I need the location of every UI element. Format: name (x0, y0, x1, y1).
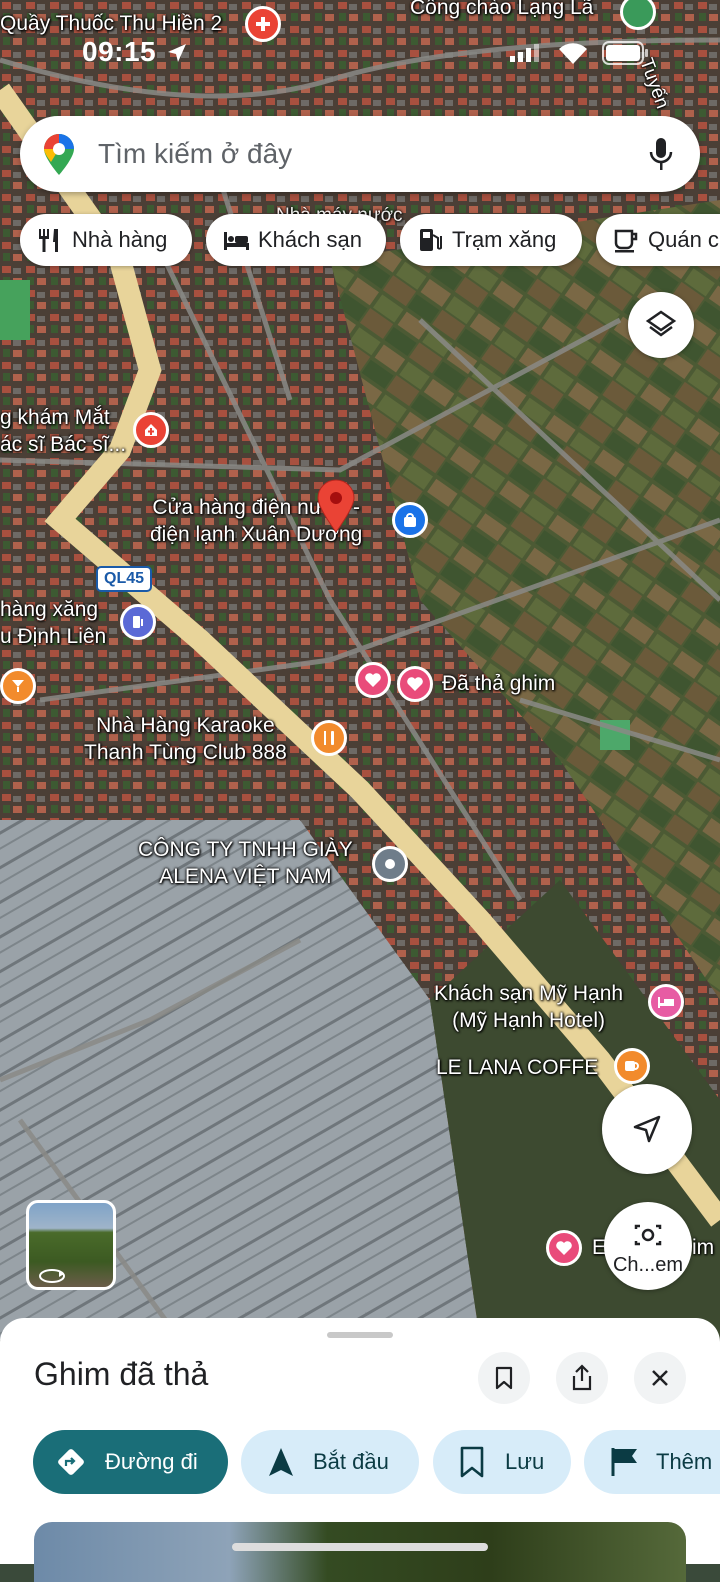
map-label-karaoke-line2: Thanh Tùng Club 888 (84, 741, 287, 764)
chip-label: Quán c (648, 227, 719, 252)
map-label-gas-line1: hàng xăng (0, 598, 99, 621)
fork-knife-icon (39, 229, 58, 252)
home-indicator[interactable] (232, 1543, 488, 1551)
map-label-clinic-line1: g khám Mắt (0, 406, 110, 429)
location-arrow-icon (168, 44, 186, 62)
search-bar[interactable]: Tìm kiếm ở đây (20, 116, 700, 192)
camera-lens-icon (634, 1224, 662, 1246)
flag-icon (611, 1448, 637, 1476)
chip-label: Khách sạn (258, 227, 362, 252)
map-label-company[interactable]: CÔNG TY TNHH GIÀY ALENA VIỆT NAM (138, 836, 353, 890)
saved-heart-pin-icon-2[interactable] (397, 666, 433, 702)
chip-label: Trạm xăng (452, 227, 557, 252)
microphone-icon[interactable] (648, 136, 674, 172)
lens-button[interactable]: Ch...em (604, 1202, 692, 1290)
cafe-pin-icon[interactable] (614, 1048, 650, 1084)
wifi-icon (559, 43, 587, 64)
sheet-title: Ghim đã thả (34, 1356, 209, 1392)
chip-gas-stations[interactable]: Trạm xăng (400, 214, 582, 266)
share-icon (572, 1364, 592, 1391)
start-button[interactable]: Bắt đầu (241, 1430, 419, 1494)
map-label-company-line1: CÔNG TY TNHH GIÀY (138, 838, 353, 861)
chip-restaurants[interactable]: Nhà hàng (20, 214, 192, 266)
map-label-karaoke[interactable]: Nhà Hàng Karaoke Thanh Tùng Club 888 (84, 712, 287, 766)
search-input[interactable]: Tìm kiếm ở đây (98, 138, 292, 170)
place-bottom-sheet[interactable]: Ghim đã thả Đường đi Bắt đầu Lưu Thêm (0, 1318, 720, 1582)
dropped-pin-icon[interactable] (316, 478, 356, 534)
save-icon-button[interactable] (478, 1352, 530, 1404)
start-label: Bắt đầu (313, 1449, 389, 1474)
sheet-drag-handle[interactable] (327, 1332, 393, 1338)
status-bar: 09:15 (0, 0, 720, 80)
chip-hotels[interactable]: Khách sạn (206, 214, 386, 266)
road-shield-ql45: QL45 (96, 566, 153, 592)
map-label-saved-pin[interactable]: Đã thả ghim (442, 670, 555, 697)
more-label: Thêm (656, 1449, 713, 1474)
save-label: Lưu (505, 1449, 545, 1474)
google-maps-logo-icon (44, 134, 74, 175)
map-label-clinic-line2: ác sĩ Bác sĩ... (0, 433, 127, 456)
navigation-arrow-icon (269, 1448, 293, 1476)
bed-icon (224, 232, 249, 250)
hospital-pin-icon[interactable] (133, 412, 169, 448)
gas-station-icon (420, 229, 442, 251)
more-button[interactable]: Thêm (584, 1430, 720, 1494)
layers-icon (645, 310, 677, 337)
map-label-hotel-line1: Khách sạn Mỹ Hạnh (434, 982, 624, 1005)
map-label-gas-line2: u Định Liên (0, 625, 107, 648)
gas-pin-icon[interactable] (120, 604, 156, 640)
save-button[interactable]: Lưu (433, 1430, 571, 1494)
map-label-hotel[interactable]: Khách sạn Mỹ Hạnh (Mỹ Hạnh Hotel) (434, 980, 623, 1034)
cellular-signal-icon (510, 44, 539, 62)
street-view-thumbnail[interactable] (26, 1200, 116, 1290)
chip-coffee[interactable]: Quán c (596, 214, 720, 266)
battery-icon (602, 41, 648, 65)
bookmark-icon (495, 1366, 513, 1390)
rotate-360-icon (39, 1269, 65, 1283)
directions-button[interactable]: Đường đi (33, 1430, 228, 1494)
map-label-coffee[interactable]: LE LANA COFFE (436, 1054, 598, 1081)
map-label-company-line2: ALENA VIỆT NAM (159, 865, 332, 888)
navigation-arrow-icon (633, 1115, 661, 1143)
place-photo[interactable] (34, 1522, 686, 1582)
map-label-hotel-line2: (Mỹ Hạnh Hotel) (452, 1009, 605, 1032)
lens-label: Ch...em (612, 1254, 684, 1276)
close-icon (652, 1370, 668, 1386)
map-label-bottom-right-2[interactable]: im (692, 1234, 714, 1261)
coffee-icon (614, 229, 638, 253)
map-label-gas-station[interactable]: hàng xăng u Định Liên (0, 596, 106, 650)
map-label-karaoke-line1: Nhà Hàng Karaoke (96, 714, 275, 737)
directions-label: Đường đi (105, 1449, 198, 1474)
place-pin-icon[interactable] (372, 846, 408, 882)
directions-icon (58, 1449, 84, 1475)
chip-label: Nhà hàng (72, 227, 168, 252)
map-label-clinic[interactable]: g khám Mắt ác sĩ Bác sĩ... (0, 404, 126, 458)
shopping-bag-pin-icon[interactable] (392, 502, 428, 538)
hotel-pin-icon[interactable] (648, 984, 684, 1020)
restaurant-pin-icon[interactable] (311, 720, 347, 756)
bar-pin-icon[interactable] (0, 668, 36, 704)
close-button[interactable] (634, 1352, 686, 1404)
my-location-button[interactable] (602, 1084, 692, 1174)
saved-heart-pin-icon-3[interactable] (546, 1230, 582, 1266)
share-button[interactable] (556, 1352, 608, 1404)
status-time: 09:15 (82, 36, 157, 67)
layers-button[interactable] (628, 292, 694, 358)
bookmark-icon (460, 1446, 484, 1478)
saved-heart-pin-icon-1[interactable] (355, 662, 391, 698)
